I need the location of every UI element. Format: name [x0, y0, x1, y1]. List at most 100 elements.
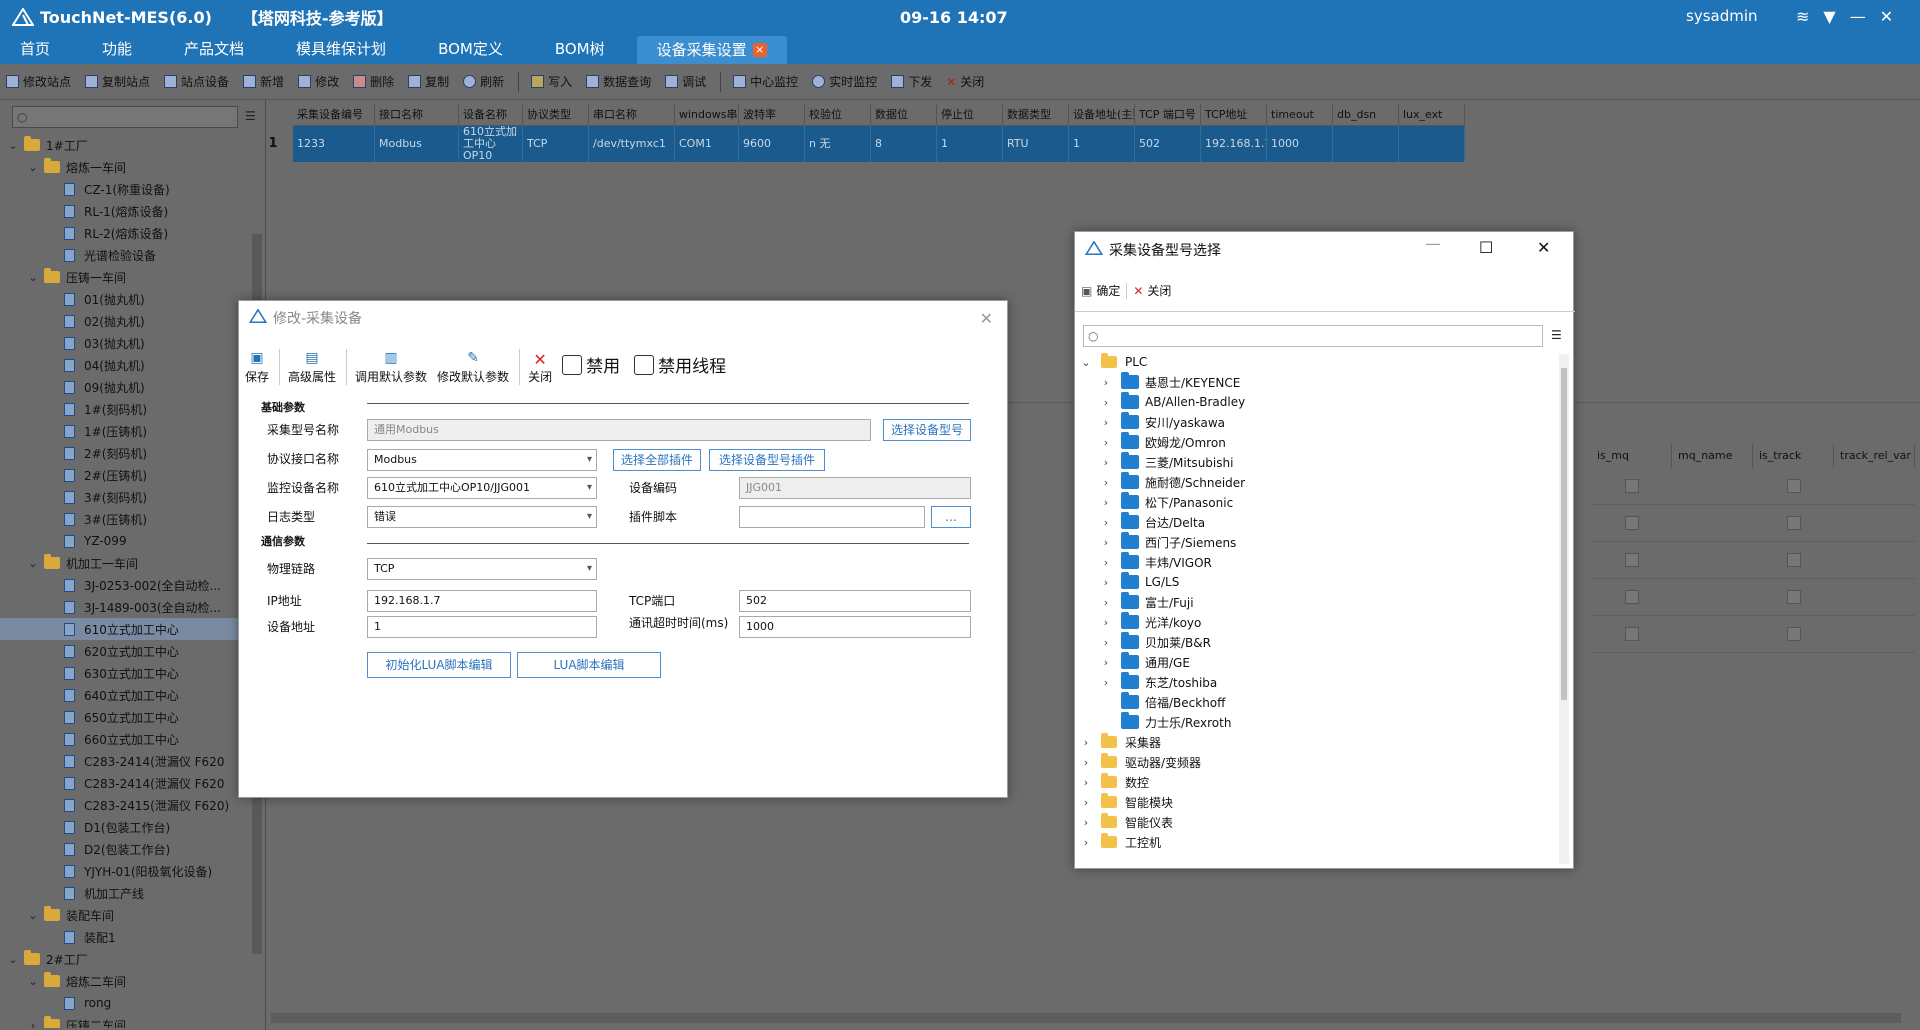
tree-item[interactable]: RL-2(熔炼设备): [0, 222, 252, 244]
tcp-port-field[interactable]: 502: [739, 590, 971, 612]
link-select[interactable]: TCP: [367, 558, 597, 580]
tree-scrollbar[interactable]: [1559, 354, 1569, 864]
tree-folder[interactable]: ⌄ 2#工厂: [0, 948, 252, 970]
model-tree-item[interactable]: › 数控: [1079, 772, 1555, 792]
add-button[interactable]: 新增: [243, 73, 284, 90]
lua-edit-button[interactable]: LUA脚本编辑: [517, 652, 661, 678]
model-tree-item[interactable]: › 光洋/koyo: [1079, 612, 1555, 632]
chevron-right-icon[interactable]: ›: [1079, 816, 1093, 829]
model-tree-item[interactable]: ⌄ PLC: [1079, 352, 1555, 372]
tree-item[interactable]: C283-2414(泄漏仪 F620: [0, 750, 252, 772]
chevron-right-icon[interactable]: ›: [1099, 396, 1113, 409]
tree-item[interactable]: 04(抛丸机): [0, 354, 252, 376]
device-code-field[interactable]: JJG001: [739, 477, 971, 499]
model-tree-item[interactable]: › 智能模块: [1079, 792, 1555, 812]
menu-product-docs[interactable]: 产品文档: [164, 34, 264, 64]
tree-item[interactable]: D2(包装工作台): [0, 838, 252, 860]
modify-button[interactable]: 修改: [298, 73, 339, 90]
init-lua-edit-button[interactable]: 初始化LUA脚本编辑: [367, 652, 511, 678]
chevron-down-icon[interactable]: ⌄: [6, 139, 20, 152]
chevron-right-icon[interactable]: ›: [1099, 676, 1113, 689]
tree-item[interactable]: 09(抛丸机): [0, 376, 252, 398]
model-tree-item[interactable]: › 施耐德/Schneider: [1079, 472, 1555, 492]
tree-folder[interactable]: ⌄ 熔炼二车间: [0, 970, 252, 992]
model-tree-item[interactable]: › 富士/Fuji: [1079, 592, 1555, 612]
browse-button[interactable]: ...: [931, 506, 971, 528]
chevron-down-icon[interactable]: ⌄: [6, 953, 20, 966]
tree-folder[interactable]: ⌄ 机加工一车间: [0, 552, 252, 574]
checkbox[interactable]: [1786, 479, 1801, 493]
load-defaults-button[interactable]: ▥ 调用默认参数: [355, 350, 427, 385]
menu-bom-tree[interactable]: BOM树: [535, 34, 625, 64]
tree-item[interactable]: 610立式加工中心: [0, 618, 252, 640]
tree-folder[interactable]: ⌄ 1#工厂: [0, 134, 252, 156]
tree-item[interactable]: 机加工产线: [0, 882, 252, 904]
tree-item[interactable]: 1#(压铸机): [0, 420, 252, 442]
column-header[interactable]: 串口名称: [589, 104, 675, 126]
tree-item[interactable]: 630立式加工中心: [0, 662, 252, 684]
write-button[interactable]: 写入: [531, 73, 572, 90]
model-tree-item[interactable]: › 智能仪表: [1079, 812, 1555, 832]
model-tree-item[interactable]: › 安川/yaskawa: [1079, 412, 1555, 432]
chevron-down-icon[interactable]: ⌄: [26, 909, 40, 922]
model-tree-item[interactable]: › 松下/Panasonic: [1079, 492, 1555, 512]
tree-folder[interactable]: ⌄ 压铸一车间: [0, 266, 252, 288]
copy-site-button[interactable]: 复制站点: [85, 73, 150, 90]
model-tree-item[interactable]: › 驱动器/变频器: [1079, 752, 1555, 772]
delete-button[interactable]: 删除: [353, 73, 394, 90]
column-header[interactable]: mq_name: [1672, 444, 1753, 468]
monitor-select[interactable]: 610立式加工中心OP10/JJG001: [367, 477, 597, 499]
sort-icon[interactable]: ☰: [1551, 328, 1562, 342]
menu-home[interactable]: 首页: [0, 34, 70, 64]
edit-site-button[interactable]: 修改站点: [6, 73, 71, 90]
tree-item[interactable]: 2#(刻码机): [0, 442, 252, 464]
chevron-down-icon[interactable]: ⌄: [26, 975, 40, 988]
device-address-field[interactable]: 1: [367, 616, 597, 638]
chevron-right-icon[interactable]: ›: [1099, 536, 1113, 549]
tree-item[interactable]: 3J-0253-002(全自动检...: [0, 574, 252, 596]
model-tree-item[interactable]: › 基恩士/KEYENCE: [1079, 372, 1555, 392]
disable-checkbox[interactable]: 禁用: [562, 352, 620, 377]
checkbox[interactable]: [1624, 627, 1639, 641]
checkbox[interactable]: [1624, 516, 1639, 530]
tree-item[interactable]: 1#(刻码机): [0, 398, 252, 420]
column-header[interactable]: TCP地址: [1201, 104, 1267, 126]
table-row[interactable]: [1591, 505, 1915, 542]
model-tree-item[interactable]: › 采集器: [1079, 732, 1555, 752]
tree-item[interactable]: C283-2415(泄漏仪 F620): [0, 794, 252, 816]
checkbox[interactable]: [1786, 516, 1801, 530]
checkbox[interactable]: [1786, 627, 1801, 641]
chevron-right-icon[interactable]: ›: [1099, 596, 1113, 609]
tree-item[interactable]: 01(抛丸机): [0, 288, 252, 310]
tree-item[interactable]: 02(抛丸机): [0, 310, 252, 332]
chevron-right-icon[interactable]: ›: [1099, 556, 1113, 569]
model-tree-item[interactable]: › 东芝/toshiba: [1079, 672, 1555, 692]
tree-item[interactable]: D1(包装工作台): [0, 816, 252, 838]
save-button[interactable]: ▣ 保存: [245, 350, 269, 385]
model-tree-item[interactable]: › 贝加莱/B&R: [1079, 632, 1555, 652]
tree-item[interactable]: CZ-1(称重设备): [0, 178, 252, 200]
column-header[interactable]: 校验位: [805, 104, 871, 126]
confirm-button[interactable]: ▣ 确定: [1081, 282, 1120, 299]
column-header[interactable]: timeout: [1267, 104, 1333, 126]
tree-item[interactable]: 620立式加工中心: [0, 640, 252, 662]
menu-bom-define[interactable]: BOM定义: [418, 34, 523, 64]
checkbox[interactable]: [1786, 590, 1801, 604]
checkbox[interactable]: [1624, 553, 1639, 567]
close-icon[interactable]: ✕: [1880, 7, 1893, 26]
model-tree-item[interactable]: 力士乐/Rexroth: [1079, 712, 1555, 732]
tree-item[interactable]: 2#(压铸机): [0, 464, 252, 486]
model-tree-item[interactable]: › 丰炜/VIGOR: [1079, 552, 1555, 572]
chevron-right-icon[interactable]: ›: [1099, 656, 1113, 669]
table-row[interactable]: [1591, 579, 1915, 616]
tree-folder[interactable]: ⌄ 熔炼一车间: [0, 156, 252, 178]
horizontal-scrollbar[interactable]: [271, 1013, 1901, 1023]
advanced-props-button[interactable]: ▤ 高级属性: [288, 350, 336, 385]
site-device-button[interactable]: 站点设备: [164, 73, 229, 90]
scroll-thumb[interactable]: [1561, 368, 1567, 700]
chevron-right-icon[interactable]: ›: [1079, 756, 1093, 769]
column-header[interactable]: windows串口: [675, 104, 739, 126]
model-search-input[interactable]: ○: [1083, 325, 1543, 347]
model-tree-item[interactable]: › LG/LS: [1079, 572, 1555, 592]
chevron-right-icon[interactable]: ›: [1079, 796, 1093, 809]
